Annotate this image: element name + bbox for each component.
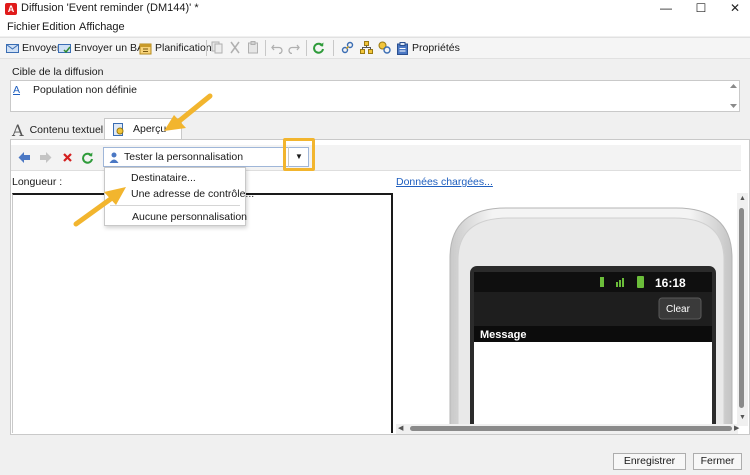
tab-text-content-label: Contenu textuel xyxy=(29,124,104,136)
scroll-up-icon[interactable]: ▲ xyxy=(738,195,747,203)
calendar-icon xyxy=(139,43,152,54)
properties-label: Propriétés xyxy=(412,42,460,54)
scroll-down-icon[interactable]: ▼ xyxy=(738,414,747,422)
copy-icon[interactable] xyxy=(211,41,223,54)
target-section-label: Cible de la diffusion xyxy=(12,66,104,78)
user-icon xyxy=(109,152,119,163)
text-content-icon: A xyxy=(12,120,24,140)
length-label: Longueur : xyxy=(12,176,63,188)
option-no-personalization[interactable]: Aucune personnalisation xyxy=(132,211,247,223)
filter-link-icon[interactable] xyxy=(378,41,391,54)
scroll-down-icon[interactable] xyxy=(730,104,737,108)
scroll-up-icon[interactable] xyxy=(730,84,737,88)
close-window-button[interactable]: ✕ xyxy=(720,0,750,18)
phone-clear-button: Clear xyxy=(666,304,690,315)
personalization-combo[interactable]: Tester la personnalisation xyxy=(103,147,309,167)
planning-label: Planification xyxy=(155,42,212,54)
phone-message-header: Message xyxy=(480,329,527,341)
loaded-data-link[interactable]: Données chargées... xyxy=(396,176,493,188)
toolbar-separator xyxy=(333,40,334,56)
preview-icon xyxy=(113,122,124,136)
horizontal-scroll-thumb[interactable] xyxy=(410,426,732,431)
undo-icon[interactable] xyxy=(271,41,283,54)
annotation-arrow-icon xyxy=(73,187,126,227)
menu-fichier[interactable]: Fichier xyxy=(7,21,40,33)
envelope-check-icon xyxy=(58,43,71,53)
toolbar-separator xyxy=(206,40,207,56)
send-label: Envoyer xyxy=(22,42,61,54)
paste-icon[interactable] xyxy=(247,41,259,54)
target-population-value: Population non définie xyxy=(33,84,137,96)
envelope-icon xyxy=(6,43,19,53)
vertical-scroll-thumb[interactable] xyxy=(739,208,744,408)
annotation-arrow-icon xyxy=(164,93,213,131)
toolbar-separator xyxy=(306,40,307,56)
personalization-combo-label: Tester la personnalisation xyxy=(124,151,244,163)
option-control-address[interactable]: Une adresse de contrôle... xyxy=(131,188,254,200)
minimize-button[interactable]: — xyxy=(651,0,681,18)
target-edit-link[interactable]: A xyxy=(13,84,20,96)
planning-button[interactable]: Planification xyxy=(139,40,212,56)
window-title: Diffusion 'Event reminder (DM144)' * xyxy=(21,2,199,14)
highlight-box xyxy=(283,138,315,171)
link-icon[interactable] xyxy=(341,41,354,54)
menu-edition[interactable]: Edition xyxy=(42,21,76,33)
phone-clock: 16:18 xyxy=(655,276,686,290)
menu-affichage[interactable]: Affichage xyxy=(79,21,125,33)
refresh-preview-icon[interactable] xyxy=(81,151,94,164)
target-scrollbar[interactable] xyxy=(728,81,739,111)
properties-button[interactable]: Propriétés xyxy=(396,40,460,56)
toolbar-separator xyxy=(265,40,266,56)
forward-arrow-icon[interactable] xyxy=(39,151,52,164)
send-bat-button[interactable]: Envoyer un BAT xyxy=(58,40,150,56)
maximize-button[interactable]: ☐ xyxy=(686,0,716,18)
refresh-icon[interactable] xyxy=(312,41,325,54)
tab-text-content[interactable]: A Contenu textuel xyxy=(12,120,104,140)
send-button[interactable]: Envoyer xyxy=(6,40,61,56)
close-button[interactable]: Fermer xyxy=(693,453,742,470)
delete-icon[interactable] xyxy=(61,151,74,164)
redo-icon[interactable] xyxy=(288,41,300,54)
cut-icon[interactable] xyxy=(229,41,241,54)
save-button[interactable]: Enregistrer xyxy=(613,453,686,470)
back-arrow-icon[interactable] xyxy=(18,151,31,164)
option-recipient[interactable]: Destinataire... xyxy=(131,172,196,184)
clipboard-icon xyxy=(397,41,408,55)
scroll-right-icon[interactable]: ▶ xyxy=(734,424,739,432)
tree-icon[interactable] xyxy=(360,41,373,54)
scroll-left-icon[interactable]: ◀ xyxy=(398,424,403,432)
app-logo-icon: A xyxy=(5,3,17,15)
